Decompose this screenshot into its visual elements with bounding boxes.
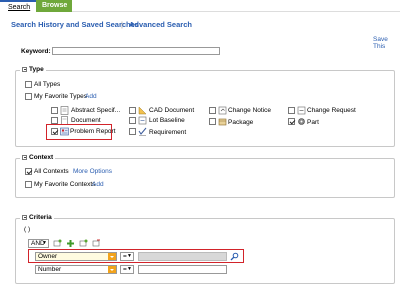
type-part-checkbox[interactable] xyxy=(288,118,295,125)
all-types-label: All Types xyxy=(34,81,61,88)
type-requirement-label: Requirement xyxy=(149,129,187,136)
change-notice-icon xyxy=(218,106,227,115)
logic-operator-select[interactable]: AND ▼ xyxy=(28,239,49,248)
collapse-icon[interactable] xyxy=(22,154,27,160)
criteria-legend[interactable]: Criteria xyxy=(20,214,54,221)
favorite-contexts-checkbox[interactable] xyxy=(25,181,32,188)
type-part-label: Part xyxy=(307,119,319,126)
type-cad-checkbox[interactable] xyxy=(129,107,136,114)
all-contexts-checkbox[interactable] xyxy=(25,168,32,175)
type-change-request-checkbox[interactable] xyxy=(288,107,295,114)
tab-browse[interactable]: Browse xyxy=(36,0,72,12)
all-types-checkbox[interactable] xyxy=(25,81,32,88)
type-package-checkbox[interactable] xyxy=(209,118,216,125)
requirement-icon xyxy=(138,127,147,136)
type-legend[interactable]: Type xyxy=(20,66,46,73)
favorite-contexts-label: My Favorite Contexts xyxy=(34,181,96,188)
criteria-paren: ( ) xyxy=(24,226,31,233)
type-change-notice-label: Change Notice xyxy=(228,107,271,114)
criteria-comparator-select[interactable]: = ▼ xyxy=(120,265,134,274)
keyword-input[interactable] xyxy=(52,47,220,55)
favorite-types-label: My Favorite Types xyxy=(34,93,87,100)
type-title: Type xyxy=(29,66,44,73)
all-contexts-label: All Contexts xyxy=(34,168,69,175)
package-icon xyxy=(218,118,227,126)
criteria-value-input[interactable] xyxy=(138,265,227,274)
type-cad-label: CAD Document xyxy=(149,107,195,114)
favorite-contexts-add-link[interactable]: Add xyxy=(92,181,104,188)
type-requirement-checkbox[interactable] xyxy=(129,128,136,135)
type-abstract-label: Abstract Specif... xyxy=(71,107,121,114)
save-this-link[interactable]: Save This xyxy=(373,36,400,50)
subnav-separator: | xyxy=(121,20,123,29)
favorite-types-add-link[interactable]: Add xyxy=(85,93,97,100)
add-group-icon[interactable] xyxy=(53,239,62,248)
keyword-label: Keyword: xyxy=(21,48,51,55)
abstract-spec-icon xyxy=(60,106,69,115)
remove-criteria-icon[interactable] xyxy=(92,239,101,248)
tab-search-label: Search xyxy=(8,4,31,11)
type-change-notice-checkbox[interactable] xyxy=(209,107,216,114)
context-title: Context xyxy=(29,154,54,161)
type-change-request-label: Change Request xyxy=(307,107,356,114)
criteria-title: Criteria xyxy=(29,214,52,221)
chevron-down-icon: ▼ xyxy=(42,240,47,246)
add-criteria-icon[interactable] xyxy=(66,239,75,248)
dropdown-arrow-icon xyxy=(108,266,116,273)
part-gear-icon xyxy=(298,118,305,125)
edit-criteria-icon[interactable] xyxy=(79,239,88,248)
criteria-attribute-select[interactable]: Number xyxy=(35,265,117,274)
problem-report-highlight xyxy=(46,124,112,140)
context-legend[interactable]: Context xyxy=(20,154,56,161)
type-lot-baseline-checkbox[interactable] xyxy=(129,117,136,124)
more-options-link[interactable]: More Options xyxy=(73,168,112,175)
advanced-search-link[interactable]: Advanced Search xyxy=(129,20,192,29)
criteria-attribute-value: Number xyxy=(38,266,62,273)
type-document-checkbox[interactable] xyxy=(51,117,58,124)
lot-baseline-icon xyxy=(138,116,147,125)
favorite-types-checkbox[interactable] xyxy=(25,93,32,100)
chevron-down-icon: ▼ xyxy=(127,266,132,272)
collapse-icon[interactable] xyxy=(22,214,27,220)
type-lot-baseline-label: Lot Baseline xyxy=(149,117,185,124)
context-fieldset xyxy=(15,158,395,198)
type-abstract-checkbox[interactable] xyxy=(51,107,58,114)
cad-document-icon xyxy=(138,106,147,115)
tab-search[interactable]: Search xyxy=(0,0,36,12)
search-history-link[interactable]: Search History and Saved Searches xyxy=(11,20,139,29)
type-package-label: Package xyxy=(228,119,254,126)
owner-criteria-highlight xyxy=(28,249,244,263)
tab-browse-label: Browse xyxy=(42,2,68,9)
change-request-icon xyxy=(297,106,306,115)
type-document-label: Document xyxy=(71,117,101,124)
collapse-icon[interactable] xyxy=(22,66,27,72)
